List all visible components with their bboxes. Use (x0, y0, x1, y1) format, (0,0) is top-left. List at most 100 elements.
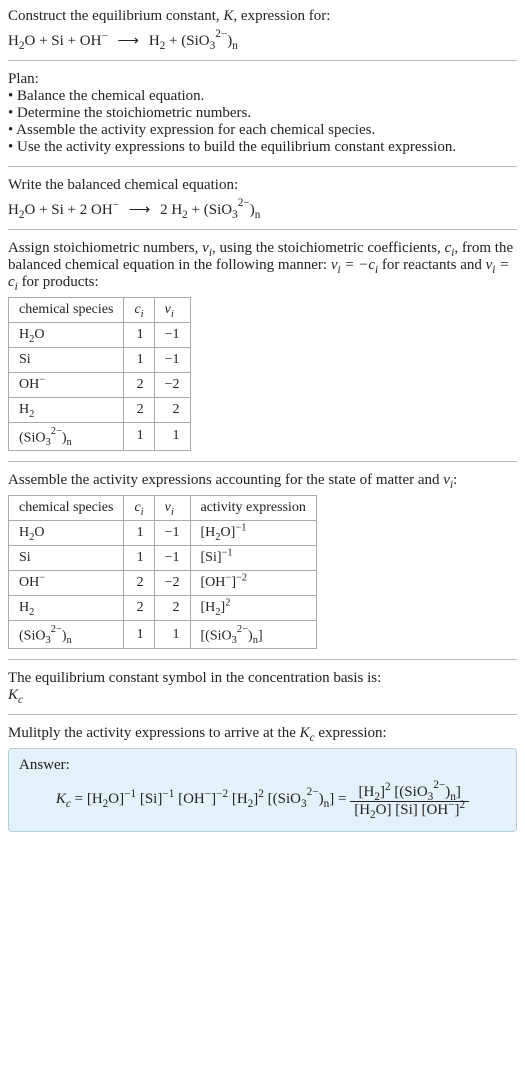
assign-nu: νi (202, 240, 212, 256)
cell-activity: [Si]−1 (190, 546, 316, 571)
assign-c: ci (445, 240, 455, 256)
assemble-nu: νi (443, 472, 453, 488)
unb-lhs-1: Si (51, 33, 64, 49)
cell-nui: −2 (154, 571, 190, 596)
assign-a: Assign stoichiometric numbers, (8, 240, 202, 256)
activity-table: chemical species ci νi activity expressi… (8, 495, 317, 649)
flat-term-1: [Si]−1 (140, 791, 174, 807)
th-nui: νi (154, 297, 190, 322)
flat-term-0: [H2O]−1 (87, 791, 136, 807)
cell-species: Si (9, 546, 124, 571)
divider (8, 659, 517, 660)
cell-activity: [OH−]−2 (190, 571, 316, 596)
cell-nui: −1 (154, 347, 190, 372)
cell-species: H2O (9, 521, 124, 546)
cell-species: Si (9, 347, 124, 372)
balanced-equation: H2O + Si + 2 OH− ⟶ 2 H2 + (SiO32− )n (8, 198, 517, 219)
cell-ci: 2 (124, 397, 154, 422)
table-row: H2 2 2 (9, 397, 191, 422)
plan-label: Plan: (8, 71, 517, 88)
bal-lhs-0: H2O (8, 202, 35, 218)
cell-ci: 1 (124, 546, 154, 571)
assign-d: for reactants and (378, 257, 485, 273)
bal-lhs-1: Si (51, 202, 64, 218)
kc-denominator: [H2O] [Si] [OH−]2 (350, 802, 469, 819)
plus: + (39, 33, 51, 49)
bal-rhs-1: (SiO32− )n (204, 202, 261, 218)
title-text-a: Construct the equilibrium constant, (8, 8, 223, 24)
table-row: (SiO32− )n 1 1 (9, 422, 191, 450)
cell-nui: 2 (154, 596, 190, 621)
assign-e: for products: (18, 274, 99, 290)
unb-lhs-2: OH− (80, 33, 108, 49)
kc-symbol: Kc (8, 687, 517, 704)
th-species: chemical species (9, 496, 124, 521)
table-row: OH− 2 −2 [OH−]−2 (9, 571, 317, 596)
cell-activity: [H2]2 (190, 596, 316, 621)
eq-sign-2: = (338, 791, 350, 807)
cell-nui: −2 (154, 372, 190, 397)
cell-species: OH− (9, 571, 124, 596)
th-ci: ci (124, 496, 154, 521)
plan-item-3: • Use the activity expressions to build … (8, 139, 517, 156)
assemble-paragraph: Assemble the activity expressions accoun… (8, 472, 517, 489)
cell-ci: 1 (124, 621, 154, 649)
cell-nui: −1 (154, 521, 190, 546)
cell-ci: 1 (124, 521, 154, 546)
plus: + (68, 202, 80, 218)
cell-nui: −1 (154, 546, 190, 571)
th-nui: νi (154, 496, 190, 521)
title: Construct the equilibrium constant, K, e… (8, 8, 517, 25)
assemble-b: : (453, 472, 457, 488)
table-row: Si 1 −1 (9, 347, 191, 372)
plan-item-1: • Determine the stoichiometric numbers. (8, 105, 517, 122)
table-header-row: chemical species ci νi activity expressi… (9, 496, 317, 521)
assign-paragraph: Assign stoichiometric numbers, νi, using… (8, 240, 517, 291)
answer-expression: Kc = [H2O]−1 [Si]−1 [OH−]−2 [H2]2 [(SiO3… (19, 780, 506, 819)
cell-ci: 1 (124, 322, 154, 347)
cell-activity: [(SiO32− )n] (190, 621, 316, 649)
cell-ci: 2 (124, 571, 154, 596)
flat-term-4: [(SiO32− )n] (268, 791, 335, 807)
cell-species: H2O (9, 322, 124, 347)
th-ci: ci (124, 297, 154, 322)
cell-species: OH− (9, 372, 124, 397)
answer-box: Answer: Kc = [H2O]−1 [Si]−1 [OH−]−2 [H2]… (8, 748, 517, 832)
divider (8, 166, 517, 167)
cell-ci: 1 (124, 422, 154, 450)
divider (8, 60, 517, 61)
table-row: H2O 1 −1 [H2O]−1 (9, 521, 317, 546)
kc-eq: Kc (56, 791, 71, 807)
cell-species: (SiO32− )n (9, 422, 124, 450)
cell-species: (SiO32− )n (9, 621, 124, 649)
th-activity: activity expression (190, 496, 316, 521)
table-row: H2 2 2 [H2]2 (9, 596, 317, 621)
table-header-row: chemical species ci νi (9, 297, 191, 322)
cell-ci: 2 (124, 372, 154, 397)
bal-rhs-0: 2 H2 (160, 202, 188, 218)
title-text-b: , expression for: (233, 8, 330, 24)
multiply-b: expression: (315, 725, 387, 741)
divider (8, 229, 517, 230)
assign-b: , using the stoichiometric coefficients, (212, 240, 445, 256)
arrow-icon: ⟶ (123, 202, 157, 218)
cell-nui: 2 (154, 397, 190, 422)
balanced-label: Write the balanced chemical equation: (8, 177, 517, 194)
cell-nui: −1 (154, 322, 190, 347)
cell-nui: 1 (154, 621, 190, 649)
plan-item-2: • Assemble the activity expression for e… (8, 122, 517, 139)
divider (8, 714, 517, 715)
divider (8, 461, 517, 462)
cell-species: H2 (9, 397, 124, 422)
table-row: Si 1 −1 [Si]−1 (9, 546, 317, 571)
table-row: OH− 2 −2 (9, 372, 191, 397)
kc-fraction: [H2]2 [(SiO32− )n] [H2O] [Si] [OH−]2 (350, 780, 469, 819)
answer-label: Answer: (19, 757, 506, 774)
multiply-paragraph: Mulitply the activity expressions to arr… (8, 725, 517, 742)
flat-term-3: [H2]2 (232, 791, 264, 807)
cell-nui: 1 (154, 422, 190, 450)
plus: + (192, 202, 204, 218)
plus: + (39, 202, 51, 218)
kc-inline: Kc (300, 725, 315, 741)
title-k: K (223, 8, 233, 24)
